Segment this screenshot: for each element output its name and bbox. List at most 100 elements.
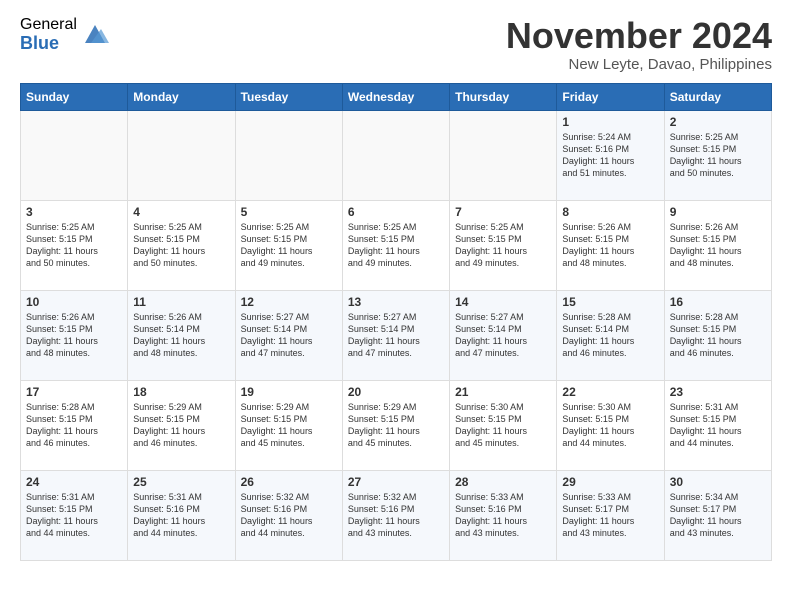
calendar-cell-empty: [235, 110, 342, 200]
day-info: Sunrise: 5:28 AM Sunset: 5:14 PM Dayligh…: [562, 311, 658, 360]
day-header-wednesday: Wednesday: [342, 83, 449, 110]
day-number: 28: [455, 475, 551, 489]
calendar-cell-30: 30Sunrise: 5:34 AM Sunset: 5:17 PM Dayli…: [664, 470, 771, 560]
day-number: 1: [562, 115, 658, 129]
calendar-cell-15: 15 Sunrise: 5:28 AM Sunset: 5:14 PM Dayli…: [557, 290, 664, 380]
day-number: 16: [670, 295, 766, 309]
calendar-cell-29: 29 Sunrise: 5:33 AM Sunset: 5:17 PM Dayli…: [557, 470, 664, 560]
day-info: Sunrise: 5:30 AM Sunset: 5:15 PM Dayligh…: [455, 401, 551, 450]
day-info: Sunrise: 5:25 AM Sunset: 5:15 PM Dayligh…: [133, 221, 229, 270]
day-info: Sunrise: 5:32 AM Sunset: 5:16 PM Dayligh…: [348, 491, 444, 540]
week-row-5: 24 Sunrise: 5:31 AM Sunset: 5:15 PM Dayli…: [21, 470, 772, 560]
day-number: 20: [348, 385, 444, 399]
day-number: 17: [26, 385, 122, 399]
logo-icon: [81, 21, 109, 49]
calendar-cell-13: 13Sunrise: 5:27 AM Sunset: 5:14 PM Dayli…: [342, 290, 449, 380]
calendar-cell-27: 27Sunrise: 5:32 AM Sunset: 5:16 PM Dayli…: [342, 470, 449, 560]
calendar-cell-6: 6 Sunrise: 5:25 AM Sunset: 5:15 PM Daylig…: [342, 200, 449, 290]
day-number: 10: [26, 295, 122, 309]
calendar-cell-17: 17 Sunrise: 5:28 AM Sunset: 5:15 PM Dayli…: [21, 380, 128, 470]
day-header-tuesday: Tuesday: [235, 83, 342, 110]
day-number: 8: [562, 205, 658, 219]
calendar-cell-14: 14Sunrise: 5:27 AM Sunset: 5:14 PM Dayli…: [450, 290, 557, 380]
logo-area: General Blue: [20, 16, 109, 53]
calendar-cell-8: 8Sunrise: 5:26 AM Sunset: 5:15 PM Daylig…: [557, 200, 664, 290]
calendar-cell-7: 7Sunrise: 5:25 AM Sunset: 5:15 PM Daylig…: [450, 200, 557, 290]
week-row-3: 10 Sunrise: 5:26 AM Sunset: 5:15 PM Dayli…: [21, 290, 772, 380]
day-info: Sunrise: 5:31 AM Sunset: 5:15 PM Dayligh…: [670, 401, 766, 450]
day-number: 4: [133, 205, 229, 219]
calendar-cell-1: 1 Sunrise: 5:24 AM Sunset: 5:16 PM Daylig…: [557, 110, 664, 200]
calendar-cell-empty: [450, 110, 557, 200]
week-row-4: 17 Sunrise: 5:28 AM Sunset: 5:15 PM Dayli…: [21, 380, 772, 470]
calendar-cell-16: 16 Sunrise: 5:28 AM Sunset: 5:15 PM Dayli…: [664, 290, 771, 380]
calendar-cell-20: 20 Sunrise: 5:29 AM Sunset: 5:15 PM Dayli…: [342, 380, 449, 470]
logo-blue: Blue: [20, 34, 77, 54]
day-info: Sunrise: 5:26 AM Sunset: 5:14 PM Dayligh…: [133, 311, 229, 360]
day-number: 24: [26, 475, 122, 489]
day-number: 2: [670, 115, 766, 129]
calendar-cell-9: 9Sunrise: 5:26 AM Sunset: 5:15 PM Daylig…: [664, 200, 771, 290]
day-info: Sunrise: 5:28 AM Sunset: 5:15 PM Dayligh…: [26, 401, 122, 450]
day-number: 18: [133, 385, 229, 399]
day-info: Sunrise: 5:24 AM Sunset: 5:16 PM Dayligh…: [562, 131, 658, 180]
day-number: 6: [348, 205, 444, 219]
day-info: Sunrise: 5:29 AM Sunset: 5:15 PM Dayligh…: [348, 401, 444, 450]
day-header-sunday: Sunday: [21, 83, 128, 110]
day-info: Sunrise: 5:31 AM Sunset: 5:16 PM Dayligh…: [133, 491, 229, 540]
calendar-cell-12: 12Sunrise: 5:27 AM Sunset: 5:14 PM Dayli…: [235, 290, 342, 380]
day-number: 13: [348, 295, 444, 309]
calendar-cell-2: 2 Sunrise: 5:25 AM Sunset: 5:15 PM Daylig…: [664, 110, 771, 200]
day-info: Sunrise: 5:33 AM Sunset: 5:16 PM Dayligh…: [455, 491, 551, 540]
day-info: Sunrise: 5:27 AM Sunset: 5:14 PM Dayligh…: [455, 311, 551, 360]
day-number: 26: [241, 475, 337, 489]
day-number: 5: [241, 205, 337, 219]
day-info: Sunrise: 5:30 AM Sunset: 5:15 PM Dayligh…: [562, 401, 658, 450]
day-info: Sunrise: 5:29 AM Sunset: 5:15 PM Dayligh…: [133, 401, 229, 450]
week-row-2: 3 Sunrise: 5:25 AM Sunset: 5:15 PM Daylig…: [21, 200, 772, 290]
day-info: Sunrise: 5:31 AM Sunset: 5:15 PM Dayligh…: [26, 491, 122, 540]
week-row-1: 1 Sunrise: 5:24 AM Sunset: 5:16 PM Daylig…: [21, 110, 772, 200]
day-number: 12: [241, 295, 337, 309]
page: General Blue November 2024 New Leyte, Da…: [0, 0, 792, 577]
day-number: 7: [455, 205, 551, 219]
day-number: 3: [26, 205, 122, 219]
calendar-cell-11: 11 Sunrise: 5:26 AM Sunset: 5:14 PM Dayli…: [128, 290, 235, 380]
calendar-cell-empty: [128, 110, 235, 200]
day-header-friday: Friday: [557, 83, 664, 110]
day-info: Sunrise: 5:32 AM Sunset: 5:16 PM Dayligh…: [241, 491, 337, 540]
calendar-header: SundayMondayTuesdayWednesdayThursdayFrid…: [21, 83, 772, 110]
location-title: New Leyte, Davao, Philippines: [506, 56, 772, 73]
calendar-cell-4: 4 Sunrise: 5:25 AM Sunset: 5:15 PM Daylig…: [128, 200, 235, 290]
day-info: Sunrise: 5:25 AM Sunset: 5:15 PM Dayligh…: [348, 221, 444, 270]
day-header-monday: Monday: [128, 83, 235, 110]
calendar-cell-22: 22 Sunrise: 5:30 AM Sunset: 5:15 PM Dayli…: [557, 380, 664, 470]
calendar-body: 1 Sunrise: 5:24 AM Sunset: 5:16 PM Daylig…: [21, 110, 772, 560]
day-info: Sunrise: 5:26 AM Sunset: 5:15 PM Dayligh…: [26, 311, 122, 360]
calendar-table: SundayMondayTuesdayWednesdayThursdayFrid…: [20, 83, 772, 561]
day-number: 11: [133, 295, 229, 309]
day-info: Sunrise: 5:25 AM Sunset: 5:15 PM Dayligh…: [241, 221, 337, 270]
calendar-cell-19: 19 Sunrise: 5:29 AM Sunset: 5:15 PM Dayli…: [235, 380, 342, 470]
calendar-cell-21: 21 Sunrise: 5:30 AM Sunset: 5:15 PM Dayli…: [450, 380, 557, 470]
day-info: Sunrise: 5:25 AM Sunset: 5:15 PM Dayligh…: [670, 131, 766, 180]
calendar-cell-23: 23 Sunrise: 5:31 AM Sunset: 5:15 PM Dayli…: [664, 380, 771, 470]
calendar-cell-empty: [21, 110, 128, 200]
day-header-thursday: Thursday: [450, 83, 557, 110]
calendar-cell-18: 18 Sunrise: 5:29 AM Sunset: 5:15 PM Dayli…: [128, 380, 235, 470]
calendar-cell-24: 24 Sunrise: 5:31 AM Sunset: 5:15 PM Dayli…: [21, 470, 128, 560]
day-number: 21: [455, 385, 551, 399]
day-number: 19: [241, 385, 337, 399]
day-info: Sunrise: 5:28 AM Sunset: 5:15 PM Dayligh…: [670, 311, 766, 360]
calendar-cell-26: 26 Sunrise: 5:32 AM Sunset: 5:16 PM Dayli…: [235, 470, 342, 560]
day-number: 29: [562, 475, 658, 489]
day-number: 15: [562, 295, 658, 309]
day-info: Sunrise: 5:26 AM Sunset: 5:15 PM Dayligh…: [670, 221, 766, 270]
day-number: 22: [562, 385, 658, 399]
day-info: Sunrise: 5:33 AM Sunset: 5:17 PM Dayligh…: [562, 491, 658, 540]
calendar-cell-3: 3 Sunrise: 5:25 AM Sunset: 5:15 PM Daylig…: [21, 200, 128, 290]
calendar-cell-empty: [342, 110, 449, 200]
day-info: Sunrise: 5:29 AM Sunset: 5:15 PM Dayligh…: [241, 401, 337, 450]
day-info: Sunrise: 5:25 AM Sunset: 5:15 PM Dayligh…: [26, 221, 122, 270]
day-number: 23: [670, 385, 766, 399]
